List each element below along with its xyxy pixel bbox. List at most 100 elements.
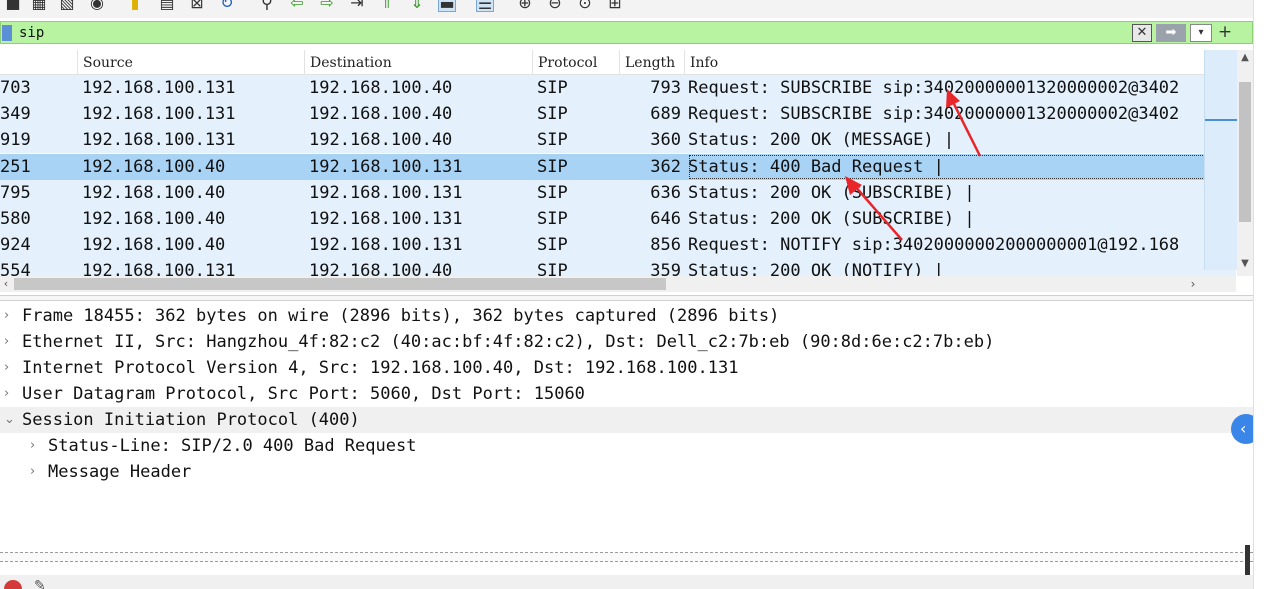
info-cell: Status: 400 Bad Request | — [688, 154, 1236, 180]
display-filter-bar: sip ✕ ➡ ▾ — [0, 21, 1253, 44]
scrollbar-thumb[interactable] — [14, 278, 666, 290]
detail-row-ipv4[interactable]: › Internet Protocol Version 4, Src: 192.… — [0, 355, 1253, 381]
scroll-up-icon[interactable]: ▲ — [1237, 52, 1253, 66]
length-cell: 359 — [650, 261, 681, 276]
packet-number-cell: 795 — [0, 182, 31, 203]
packet-row[interactable]: 580 192.168.100.40 192.168.100.131 SIP 646 St… — [0, 206, 1236, 232]
protocol-cell: SIP — [537, 78, 568, 98]
colorize-icon[interactable]: ☰ — [476, 0, 494, 13]
packet-list-horizontal-scrollbar[interactable]: ‹ › — [0, 276, 1236, 292]
packet-row[interactable]: 251 192.168.100.40 192.168.100.131 SIP 362 St… — [0, 153, 1236, 180]
file-set-icon[interactable]: ▤ — [158, 0, 176, 12]
protocol-cell: SIP — [537, 104, 568, 125]
find-packet-icon[interactable]: ⚲ — [258, 0, 276, 12]
length-cell: 689 — [650, 104, 681, 125]
expand-arrow-icon[interactable]: › — [4, 381, 18, 407]
go-forward-icon[interactable]: ⇨ — [318, 0, 336, 12]
edit-comment-icon[interactable]: ✎ — [34, 578, 50, 589]
collapse-arrow-icon[interactable]: ⌄ — [4, 407, 18, 433]
protocol-cell: SIP — [537, 261, 568, 276]
bytes-pane-splitter[interactable] — [0, 552, 1253, 562]
packet-minimap[interactable] — [1204, 50, 1238, 270]
protocol-cell: SIP — [537, 156, 568, 177]
main-toolbar: ■ ▦ ▧ ◉ ▮ ▤ ⊠ ↻ ⚲ ⇦ ⇨ ⇥ ⇑ ⇓ ▬ ☰ ⊕ ⊖ ⊙ ⊞ — [0, 0, 1269, 18]
last-packet-icon[interactable]: ⇓ — [408, 0, 426, 12]
column-header-source[interactable]: Source — [77, 50, 304, 75]
detail-row-udp[interactable]: › User Datagram Protocol, Src Port: 5060… — [0, 381, 1253, 407]
length-cell: 636 — [650, 182, 681, 203]
minimap-selection-marker — [1205, 119, 1238, 121]
info-cell: Status: 200 OK (SUBSCRIBE) | — [688, 209, 975, 229]
expert-info-icon[interactable] — [4, 580, 22, 589]
filter-bookmark-icon[interactable] — [2, 25, 12, 41]
display-filter-input[interactable]: sip — [19, 22, 44, 44]
pane-splitter[interactable] — [0, 295, 1253, 301]
packet-row[interactable]: 349 192.168.100.131 192.168.100.40 SIP 689 Re… — [0, 101, 1236, 128]
packet-list-vertical-scrollbar[interactable]: ▲ ▼ — [1237, 50, 1253, 276]
detail-row-ethernet[interactable]: › Ethernet II, Src: Hangzhou_4f:82:c2 (4… — [0, 329, 1253, 355]
go-to-packet-icon[interactable]: ⇥ — [348, 0, 366, 12]
resize-columns-icon[interactable]: ⊞ — [606, 0, 624, 12]
reload-icon[interactable]: ◉ — [88, 0, 106, 12]
packet-number-cell: 703 — [0, 78, 31, 98]
go-back-icon[interactable]: ⇦ — [288, 0, 306, 12]
protocol-cell: SIP — [537, 130, 568, 151]
zoom-out-icon[interactable]: ⊖ — [546, 0, 564, 12]
packet-number-cell: 349 — [0, 104, 31, 125]
add-filter-button-icon[interactable]: + — [1215, 21, 1235, 44]
info-cell: Status: 200 OK (MESSAGE) | — [688, 130, 955, 151]
first-packet-icon[interactable]: ⇑ — [378, 0, 396, 12]
chevron-down-icon[interactable]: ▾ — [1190, 24, 1212, 42]
expand-arrow-icon[interactable]: › — [4, 355, 18, 381]
zoom-in-icon[interactable]: ⊕ — [516, 0, 534, 12]
length-cell: 646 — [650, 209, 681, 229]
clear-filter-icon[interactable]: ✕ — [1132, 24, 1152, 42]
auto-scroll-icon[interactable]: ▬ — [438, 0, 456, 13]
close-icon[interactable]: ⊠ — [188, 0, 206, 12]
destination-cell: 192.168.100.131 — [309, 209, 463, 229]
normal-size-icon[interactable]: ⊙ — [576, 0, 594, 12]
destination-cell: 192.168.100.131 — [309, 182, 463, 203]
scroll-right-icon[interactable]: › — [1186, 276, 1200, 292]
expand-arrow-icon[interactable]: › — [30, 433, 44, 459]
packet-row[interactable]: 795 192.168.100.40 192.168.100.131 SIP 636 St… — [0, 179, 1236, 206]
open-file-icon[interactable]: ▮ — [126, 0, 144, 12]
detail-text: Ethernet II, Src: Hangzhou_4f:82:c2 (40:… — [22, 332, 995, 352]
packet-row[interactable]: 919 192.168.100.131 192.168.100.40 SIP 360 St… — [0, 127, 1236, 154]
source-cell: 192.168.100.40 — [82, 156, 226, 177]
packet-row[interactable]: 924 192.168.100.40 192.168.100.131 SIP 856 Re… — [0, 232, 1236, 259]
detail-row-status-line[interactable]: › Status-Line: SIP/2.0 400 Bad Request — [0, 433, 1253, 459]
packet-number-cell: 924 — [0, 235, 31, 256]
packet-row[interactable]: 554 192.168.100.131 192.168.100.40 SIP 359 St… — [0, 258, 1236, 276]
detail-row-frame[interactable]: › Frame 18455: 362 bytes on wire (2896 b… — [0, 303, 1253, 329]
close-file-icon[interactable]: ▧ — [58, 0, 76, 12]
column-header-protocol[interactable]: Protocol — [532, 50, 619, 75]
splitter-grip[interactable] — [1245, 545, 1250, 575]
length-cell: 856 — [650, 235, 681, 256]
expand-arrow-icon[interactable]: › — [30, 459, 44, 485]
expand-arrow-icon[interactable]: › — [4, 329, 18, 355]
save-file-icon[interactable]: ▦ — [30, 0, 48, 12]
detail-text: Status-Line: SIP/2.0 400 Bad Request — [48, 436, 417, 456]
refresh-icon[interactable]: ↻ — [218, 0, 236, 12]
scroll-left-icon[interactable]: ‹ — [0, 276, 12, 292]
destination-cell: 192.168.100.131 — [309, 156, 463, 177]
column-header-info[interactable]: Info — [684, 50, 1236, 75]
stop-capture-icon[interactable]: ■ — [4, 0, 22, 12]
detail-row-message-header[interactable]: › Message Header — [0, 459, 1253, 485]
apply-filter-icon[interactable]: ➡ — [1156, 24, 1186, 42]
packet-list-header: Source Destination Protocol Length Info — [0, 50, 1236, 75]
window-edge — [1253, 0, 1269, 589]
expand-arrow-icon[interactable]: › — [4, 303, 18, 329]
scroll-down-icon[interactable]: ▼ — [1237, 258, 1253, 272]
column-header-length[interactable]: Length — [619, 50, 684, 75]
scrollbar-thumb[interactable] — [1239, 82, 1251, 222]
packet-row[interactable]: 703 192.168.100.131 192.168.100.40 SIP 793 Re… — [0, 75, 1236, 101]
detail-row-sip[interactable]: ⌄ Session Initiation Protocol (400) — [0, 407, 1253, 433]
packet-details-pane: › Frame 18455: 362 bytes on wire (2896 b… — [0, 302, 1253, 552]
column-header-destination[interactable]: Destination — [304, 50, 532, 75]
source-cell: 192.168.100.131 — [82, 261, 236, 276]
detail-text: Session Initiation Protocol (400) — [22, 410, 360, 430]
info-cell: Status: 200 OK (SUBSCRIBE) | — [688, 182, 975, 203]
destination-cell: 192.168.100.40 — [309, 104, 453, 125]
